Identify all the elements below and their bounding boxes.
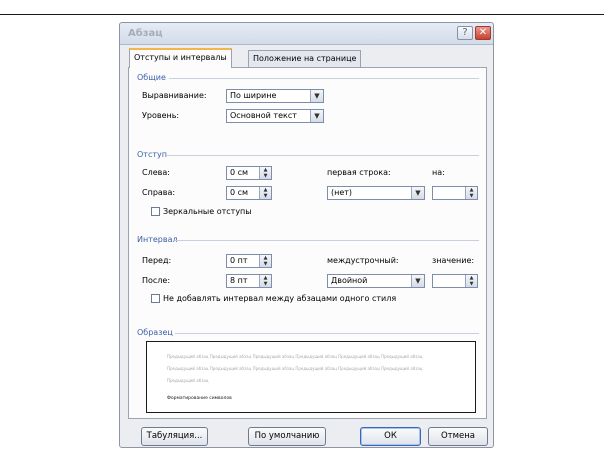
line-spacing-label: междустрочный: — [327, 256, 399, 265]
spacing-divider — [175, 240, 479, 241]
top-divider — [0, 14, 604, 15]
general-group-title: Общие — [137, 73, 169, 82]
first-line-label: первая строка: — [327, 168, 391, 177]
spinner-arrows-icon[interactable]: ▲ ▼ — [259, 255, 271, 267]
help-icon[interactable]: ? — [457, 26, 473, 40]
space-before-spinner[interactable]: 0 пт ▲ ▼ — [226, 254, 272, 268]
cancel-button[interactable]: Отмена — [428, 427, 488, 446]
spinner-arrows-icon[interactable]: ▲ ▼ — [259, 167, 271, 179]
preview-box: Предыдущий абзац Предыдущий абзац Предыд… — [146, 341, 476, 413]
preview-group-title: Образец — [137, 328, 176, 337]
level-select[interactable]: Основной текст ▼ — [226, 109, 324, 123]
preview-divider — [175, 333, 479, 334]
preview-previous-paragraph: Предыдущий абзац — [167, 378, 209, 383]
chevron-down-icon: ▼ — [411, 187, 424, 199]
spinner-arrows-icon[interactable]: ▲ ▼ — [259, 275, 271, 287]
tab-indents-spacing[interactable]: Отступы и интервалы — [129, 48, 232, 68]
preview-current-paragraph: Форматирование символов — [167, 396, 232, 401]
spinner-arrows-icon[interactable]: ▲ ▼ — [465, 275, 477, 287]
chevron-down-icon: ▼ — [411, 275, 424, 287]
title-bar: Абзац ? ✕ — [120, 23, 493, 45]
first-line-select[interactable]: (нет) ▼ — [327, 186, 425, 200]
left-indent-spinner[interactable]: 0 см ▲ ▼ — [226, 166, 272, 180]
indent-by-spinner[interactable]: ▲ ▼ — [432, 186, 478, 200]
dialog-title: Абзац — [128, 28, 163, 39]
mirror-indents-checkbox[interactable] — [151, 207, 160, 216]
ok-button[interactable]: ОК — [360, 427, 421, 446]
set-default-button[interactable]: По умолчанию — [248, 427, 326, 446]
preview-previous-paragraph: Предыдущий абзац Предыдущий абзац Предыд… — [167, 354, 423, 359]
preview-previous-paragraph: Предыдущий абзац Предыдущий абзац Предыд… — [167, 366, 423, 371]
chevron-down-icon: ▼ — [310, 110, 323, 122]
indent-divider — [167, 155, 479, 156]
left-indent-label: Слева: — [142, 168, 170, 177]
before-label: Перед: — [142, 256, 172, 265]
spinner-arrows-icon[interactable]: ▲ ▼ — [465, 187, 477, 199]
close-icon[interactable]: ✕ — [475, 26, 491, 40]
general-divider — [169, 78, 479, 79]
space-after-spinner[interactable]: 8 пт ▲ ▼ — [226, 274, 272, 288]
no-space-same-style-checkbox[interactable] — [151, 294, 160, 303]
indent-group-title: Отступ — [137, 150, 170, 159]
right-indent-spinner[interactable]: 0 см ▲ ▼ — [226, 186, 272, 200]
chevron-down-icon: ▼ — [310, 90, 323, 102]
alignment-select[interactable]: По ширине ▼ — [226, 89, 324, 103]
paragraph-dialog: Абзац ? ✕ Отступы и интервалы Положение … — [119, 22, 494, 448]
spacing-at-label: значение: — [432, 256, 475, 265]
right-indent-label: Справа: — [142, 188, 176, 197]
spacing-at-spinner[interactable]: ▲ ▼ — [432, 274, 478, 288]
mirror-indents-label[interactable]: Зеркальные отступы — [163, 207, 252, 216]
alignment-label: Выравнивание: — [142, 91, 207, 100]
line-spacing-select[interactable]: Двойной ▼ — [327, 274, 425, 288]
indent-by-label: на: — [432, 168, 445, 177]
tab-line-page-breaks[interactable]: Положение на странице — [248, 50, 362, 67]
after-label: После: — [142, 276, 171, 285]
no-space-same-style-label[interactable]: Не добавлять интервал между абзацами одн… — [163, 294, 396, 303]
spinner-arrows-icon[interactable]: ▲ ▼ — [259, 187, 271, 199]
level-label: Уровень: — [142, 111, 180, 120]
tabs-button[interactable]: Табуляция... — [141, 427, 208, 446]
